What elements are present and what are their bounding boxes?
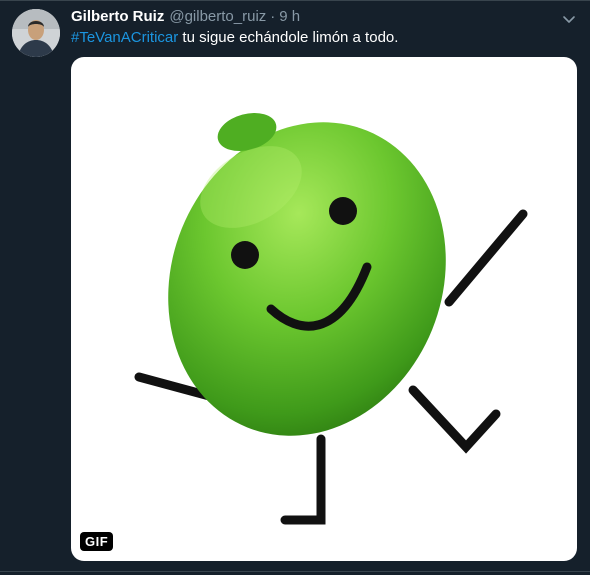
avatar[interactable] <box>12 9 60 57</box>
user-handle[interactable]: @gilberto_ruiz <box>169 8 266 25</box>
avatar-image <box>12 9 60 57</box>
tweet-text: #TeVanACriticar tu sigue echándole limón… <box>71 29 398 46</box>
divider <box>0 571 590 572</box>
tweet-header: Gilberto Ruiz @gilberto_ruiz · 9 h <box>71 8 300 26</box>
tweet-body: tu sigue echándole limón a todo. <box>178 29 399 46</box>
gif-badge: GIF <box>80 532 114 551</box>
tweet[interactable]: Gilberto Ruiz @gilberto_ruiz · 9 h #TeVa… <box>0 0 590 575</box>
chevron-down-icon[interactable] <box>561 11 577 27</box>
divider <box>0 0 590 1</box>
hashtag-link[interactable]: #TeVanACriticar <box>71 29 178 46</box>
lime-character-illustration <box>134 112 528 525</box>
separator-dot: · <box>270 8 276 25</box>
timestamp[interactable]: 9 h <box>279 8 300 25</box>
display-name[interactable]: Gilberto Ruiz <box>71 8 164 25</box>
gif-media[interactable]: GIF <box>71 57 577 561</box>
